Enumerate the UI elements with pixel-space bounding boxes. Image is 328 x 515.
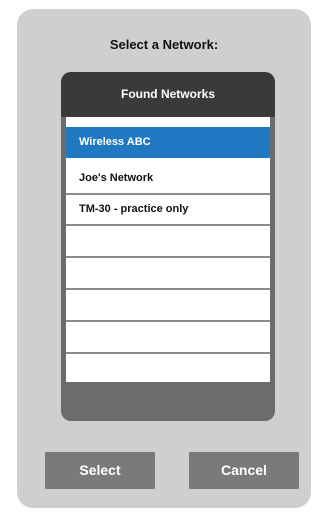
network-dialog: Select a Network: Found Networks Wireles…: [17, 9, 311, 508]
network-item-joes-network[interactable]: Joe's Network: [66, 164, 270, 195]
empty-list-row: [66, 226, 270, 258]
networks-panel: Found Networks Wireless ABC Joe's Networ…: [61, 72, 275, 421]
network-item-label: Wireless ABC: [79, 136, 151, 148]
select-button[interactable]: Select: [45, 452, 155, 489]
empty-list-row: [66, 322, 270, 354]
network-item-label: Joe's Network: [79, 172, 154, 184]
network-item-label: TM-30 - practice only: [79, 203, 189, 215]
cancel-button[interactable]: Cancel: [189, 452, 299, 489]
network-list[interactable]: Wireless ABC Joe's Network TM-30 - pract…: [66, 117, 270, 382]
empty-list-row: [66, 290, 270, 322]
network-item-tm30[interactable]: TM-30 - practice only: [66, 195, 270, 226]
panel-header: Found Networks: [61, 72, 275, 117]
network-item-wireless-abc[interactable]: Wireless ABC: [66, 127, 270, 158]
empty-list-row: [66, 354, 270, 382]
empty-list-row: [66, 258, 270, 290]
dialog-title: Select a Network:: [109, 37, 219, 52]
